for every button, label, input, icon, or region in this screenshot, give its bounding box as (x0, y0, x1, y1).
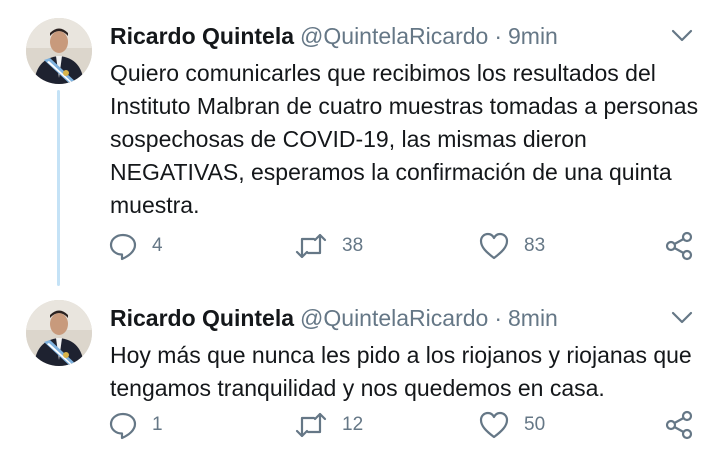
share-button[interactable] (664, 410, 694, 440)
reply-button[interactable]: 4 (108, 231, 163, 261)
retweet-icon (294, 231, 328, 261)
user-handle[interactable]: @QuintelaRicardo (300, 23, 488, 49)
reply-count: 1 (152, 414, 163, 435)
timestamp[interactable]: 8min (508, 305, 558, 331)
tweet[interactable]: Ricardo Quintela @QuintelaRicardo · 9min Qu… (0, 0, 720, 286)
reply-icon (108, 231, 138, 261)
separator-dot: · (494, 305, 502, 331)
like-count: 83 (524, 235, 546, 256)
user-handle[interactable]: @QuintelaRicardo (300, 305, 488, 331)
like-count: 50 (524, 414, 546, 435)
heart-icon (478, 231, 510, 261)
tweet-text: Quiero comunicarles que recibimos los re… (110, 60, 699, 218)
thread-connector-line (57, 90, 60, 286)
reply-button[interactable]: 1 (108, 410, 163, 440)
action-bar: 1 12 50 (108, 410, 708, 440)
avatar[interactable] (26, 18, 92, 84)
display-name[interactable]: Ricardo Quintela (110, 305, 294, 331)
like-button[interactable]: 83 (478, 231, 545, 261)
retweet-count: 38 (342, 235, 364, 256)
retweet-button[interactable]: 38 (294, 231, 363, 261)
separator-dot: · (494, 23, 502, 49)
action-bar: 4 38 83 (108, 231, 708, 261)
tweet-header: Ricardo Quintela @QuintelaRicardo · 8min (110, 304, 660, 332)
chevron-down-icon[interactable] (670, 310, 694, 326)
timestamp[interactable]: 9min (508, 23, 558, 49)
retweet-icon (294, 410, 328, 440)
avatar[interactable] (26, 300, 92, 366)
tweet-header: Ricardo Quintela @QuintelaRicardo · 9min (110, 22, 660, 50)
reply-icon (108, 410, 138, 440)
tweet[interactable]: Ricardo Quintela @QuintelaRicardo · 8min Ho… (0, 282, 720, 454)
tweet-text: Hoy más que nunca les pido a los riojano… (110, 342, 692, 401)
heart-icon (478, 410, 510, 440)
chevron-down-icon[interactable] (670, 28, 694, 44)
retweet-button[interactable]: 12 (294, 410, 363, 440)
display-name[interactable]: Ricardo Quintela (110, 23, 294, 49)
share-icon (664, 410, 694, 440)
like-button[interactable]: 50 (478, 410, 545, 440)
share-button[interactable] (664, 231, 694, 261)
retweet-count: 12 (342, 414, 364, 435)
share-icon (664, 231, 694, 261)
reply-count: 4 (152, 235, 163, 256)
